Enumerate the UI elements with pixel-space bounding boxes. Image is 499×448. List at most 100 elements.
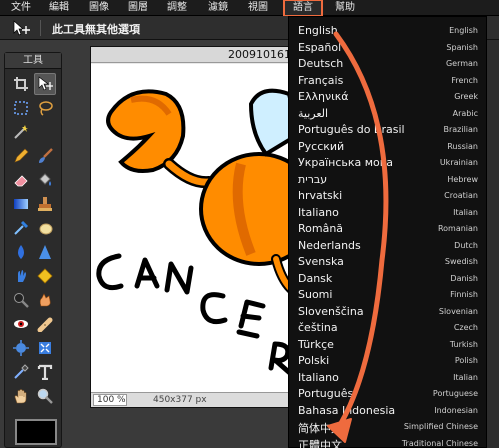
smudge-icon[interactable] bbox=[10, 265, 32, 287]
language-native-name: Polski bbox=[298, 354, 330, 367]
language-english-name: Slovenian bbox=[438, 306, 478, 316]
bloat-icon[interactable] bbox=[10, 337, 32, 359]
toolbar-separator bbox=[40, 20, 41, 36]
language-native-name: Português do Brasil bbox=[298, 123, 405, 136]
document-window: 20091016151 100 % 450x377 px bbox=[90, 46, 300, 408]
language-english-name: Dutch bbox=[454, 240, 478, 250]
pencil-icon[interactable] bbox=[10, 145, 32, 167]
stamp-icon[interactable] bbox=[34, 193, 56, 215]
lasso-icon[interactable] bbox=[34, 97, 56, 119]
zoom-icon[interactable] bbox=[34, 385, 56, 407]
burn-icon[interactable] bbox=[34, 289, 56, 311]
language-native-name: Türkçe bbox=[298, 337, 334, 351]
menu-filter[interactable]: 濾鏡 bbox=[203, 0, 233, 16]
language-english-name: Danish bbox=[450, 273, 478, 283]
drop-icon[interactable] bbox=[10, 241, 32, 263]
hand-icon[interactable] bbox=[10, 385, 32, 407]
menu-help[interactable]: 幫助 bbox=[330, 0, 360, 16]
language-english-name: English bbox=[449, 26, 478, 35]
zoom-level-field[interactable]: 100 % bbox=[93, 394, 127, 406]
language-native-name: Ελληνικά bbox=[298, 90, 349, 103]
menubar: 文件 編輯 圖像 圖層 調整 濾鏡 視圖 語言 幫助 bbox=[0, 0, 499, 17]
language-native-name: العربية bbox=[298, 106, 329, 120]
language-native-name: Français bbox=[298, 73, 344, 87]
magic-wand-icon[interactable] bbox=[10, 121, 32, 143]
document-title[interactable]: 20091016151 bbox=[91, 47, 299, 63]
sponge-icon[interactable] bbox=[34, 265, 56, 287]
menu-adjust[interactable]: 調整 bbox=[162, 0, 192, 16]
language-english-name: Russian bbox=[447, 141, 478, 151]
eraser-icon[interactable] bbox=[10, 169, 32, 191]
language-native-name: Suomi bbox=[298, 288, 333, 301]
image-dimensions: 450x377 px bbox=[153, 395, 207, 405]
language-english-name: Greek bbox=[454, 92, 478, 101]
marquee-icon[interactable] bbox=[10, 97, 32, 119]
language-native-name: Nederlands bbox=[298, 238, 361, 252]
text-icon[interactable] bbox=[34, 361, 56, 383]
language-english-name: Hebrew bbox=[447, 174, 478, 184]
language-english-name: Croatian bbox=[444, 191, 478, 200]
language-native-name: Deutsch bbox=[298, 57, 344, 70]
language-item-selected[interactable]: 正體中文 Traditional Chinese bbox=[289, 434, 486, 448]
language-english-name: Finnish bbox=[450, 290, 478, 299]
cancer-lettering bbox=[96, 253, 294, 377]
spot-heal-icon[interactable] bbox=[34, 313, 56, 335]
tools-panel: 工具 bbox=[4, 52, 62, 448]
language-english-name: Swedish bbox=[444, 257, 478, 266]
language-native-name: Svenska bbox=[298, 255, 344, 268]
language-english-name: Traditional Chinese bbox=[401, 438, 478, 448]
brush-icon[interactable] bbox=[34, 145, 56, 167]
language-native-name: hrvatski bbox=[298, 189, 343, 202]
language-native-name: Bahasa Indonesia bbox=[298, 403, 396, 417]
language-native-name: Italiano bbox=[298, 205, 339, 219]
sharpen-icon[interactable] bbox=[34, 241, 56, 263]
language-english-name: Brazilian bbox=[443, 125, 478, 134]
language-english-name: Indonesian bbox=[434, 405, 478, 415]
language-dropdown: English English Español Spanish Deutsch Ger… bbox=[288, 16, 487, 448]
tools-panel-title: 工具 bbox=[5, 53, 61, 69]
language-english-name: French bbox=[451, 75, 478, 85]
language-english-name: Turkish bbox=[449, 339, 478, 349]
language-english-name: German bbox=[445, 59, 478, 68]
language-native-name: English bbox=[298, 24, 338, 37]
language-native-name: češtinа bbox=[298, 321, 338, 334]
language-english-name: Ukrainian bbox=[439, 158, 478, 167]
empty-tool-slot bbox=[34, 121, 56, 143]
image-canvas[interactable] bbox=[91, 64, 299, 392]
language-english-name: Italian bbox=[453, 372, 478, 382]
language-native-name: Română bbox=[298, 222, 344, 235]
eyedropper-icon[interactable] bbox=[10, 361, 32, 383]
document-statusbar: 100 % 450x377 px bbox=[91, 392, 299, 407]
language-english-name: Simplified Chinese bbox=[403, 422, 478, 431]
menu-image[interactable]: 圖像 bbox=[84, 0, 114, 16]
menu-file[interactable]: 文件 bbox=[6, 0, 36, 16]
language-native-name: Português bbox=[298, 387, 354, 400]
language-english-name: Spanish bbox=[446, 42, 478, 52]
menu-view[interactable]: 視圖 bbox=[243, 0, 273, 16]
tool-grid bbox=[10, 73, 58, 409]
language-native-name: Українська мова bbox=[298, 156, 393, 169]
color-replace-icon[interactable] bbox=[10, 217, 32, 239]
language-native-name: עברית bbox=[298, 172, 328, 186]
menu-layer[interactable]: 圖層 bbox=[123, 0, 153, 16]
blur-icon[interactable] bbox=[34, 217, 56, 239]
language-native-name: Dansk bbox=[298, 271, 333, 285]
language-english-name: Czech bbox=[453, 323, 478, 332]
color-swatch[interactable] bbox=[15, 419, 57, 445]
language-english-name: Portuguese bbox=[432, 389, 478, 398]
fill-bucket-icon[interactable] bbox=[34, 169, 56, 191]
language-native-name: Español bbox=[298, 40, 342, 54]
language-english-name: Arabic bbox=[452, 108, 478, 118]
red-eye-icon[interactable] bbox=[10, 313, 32, 335]
menu-language[interactable]: 語言 bbox=[283, 0, 323, 17]
pinch-icon[interactable] bbox=[34, 337, 56, 359]
crop-icon[interactable] bbox=[10, 73, 32, 95]
menu-edit[interactable]: 編輯 bbox=[44, 0, 74, 16]
language-native-name: Italiano bbox=[298, 370, 339, 384]
move-icon[interactable] bbox=[34, 73, 56, 95]
language-english-name: Italian bbox=[453, 207, 478, 217]
language-english-name: Romanian bbox=[437, 224, 478, 233]
tool-options-message: 此工具無其他選項 bbox=[52, 23, 140, 36]
dodge-icon[interactable] bbox=[10, 289, 32, 311]
gradient-icon[interactable] bbox=[10, 193, 32, 215]
